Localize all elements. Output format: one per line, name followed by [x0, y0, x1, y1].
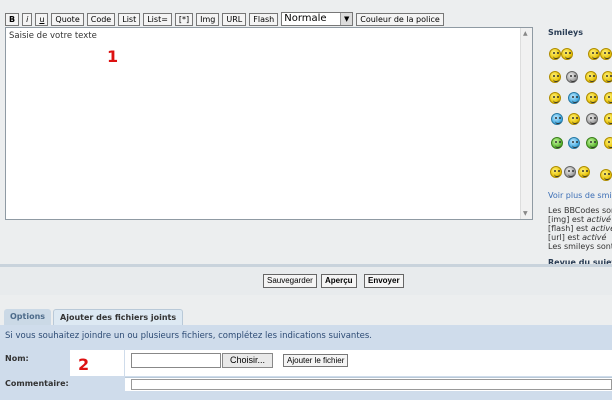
smiley-icon[interactable] — [604, 92, 612, 104]
font-size-select[interactable]: Normale ▼ — [281, 12, 354, 26]
marker-2: 2 — [78, 355, 90, 374]
smileys-grid — [548, 39, 612, 187]
smiley-icon[interactable] — [602, 71, 612, 83]
list-item-button[interactable]: [*] — [174, 12, 194, 26]
comment-input[interactable] — [131, 379, 612, 390]
preview-button[interactable]: Aperçu — [321, 274, 357, 288]
scroll-down-icon[interactable]: ▼ — [523, 210, 528, 217]
attachments-description: Si vous souhaitez joindre un ou plusieur… — [5, 331, 373, 341]
underline-button[interactable]: u — [35, 12, 49, 26]
file-path-input[interactable] — [131, 353, 221, 368]
comment-label: Commentaire: — [5, 379, 69, 388]
smileys-sidebar: Smileys Voir plus de smileys Les BBCodes… — [548, 28, 612, 267]
smiley-icon[interactable] — [549, 71, 561, 83]
add-file-button[interactable]: Ajouter le fichier — [283, 354, 349, 367]
smiley-icon[interactable] — [549, 92, 561, 104]
choose-file-button[interactable]: Choisir... — [222, 353, 274, 368]
bbcode-status: Les BBCodes sont [img] est activé [flash… — [548, 206, 612, 251]
img-line: [img] est activé — [548, 215, 611, 224]
smiley-icon[interactable] — [568, 92, 580, 104]
smiley-icon[interactable] — [550, 166, 562, 178]
smiley-icon[interactable] — [549, 48, 561, 60]
attachments-panel: Si vous souhaitez joindre un ou plusieur… — [0, 325, 612, 400]
marker-1: 1 — [107, 47, 119, 66]
smiley-icon[interactable] — [600, 48, 612, 60]
message-placeholder: Saisie de votre texte — [9, 31, 97, 41]
smiley-icon[interactable] — [566, 71, 578, 83]
quote-button[interactable]: Quote — [51, 12, 84, 26]
smileys-status-line: Les smileys sont — [548, 242, 612, 251]
smiley-icon[interactable] — [561, 48, 573, 60]
bold-button[interactable]: B — [5, 12, 20, 26]
name-label: Nom: — [5, 354, 29, 363]
code-button[interactable]: Code — [86, 12, 116, 26]
flash-line: [flash] est activé — [548, 224, 612, 233]
bbcode-toolbar: B i u Quote Code List List= [*] Img URL … — [5, 12, 444, 26]
smiley-icon[interactable] — [568, 113, 580, 125]
smiley-icon[interactable] — [578, 166, 590, 178]
ordered-list-button[interactable]: List= — [143, 12, 172, 26]
more-smileys-link[interactable]: Voir plus de smileys — [548, 191, 612, 200]
smiley-icon[interactable] — [568, 137, 580, 149]
smiley-icon[interactable] — [564, 166, 576, 178]
scroll-up-icon[interactable]: ▲ — [523, 30, 528, 37]
smiley-icon[interactable] — [586, 113, 598, 125]
save-button[interactable]: Sauvegarder — [263, 274, 317, 288]
options-tabs: Options Ajouter des fichiers joints — [4, 309, 184, 325]
url-button[interactable]: URL — [222, 12, 247, 26]
font-size-value: Normale — [284, 13, 327, 24]
img-button[interactable]: Img — [196, 12, 220, 26]
font-color-button[interactable]: Couleur de la police — [356, 12, 444, 26]
bbcode-line: Les BBCodes sont — [548, 206, 612, 215]
smiley-icon[interactable] — [585, 71, 597, 83]
smileys-title: Smileys — [548, 28, 583, 37]
tab-options[interactable]: Options — [4, 309, 52, 325]
message-textarea[interactable]: Saisie de votre texte ▲ ▼ — [5, 27, 533, 220]
smiley-icon[interactable] — [604, 137, 612, 149]
tab-attachments[interactable]: Ajouter des fichiers joints — [53, 309, 184, 325]
smiley-icon[interactable] — [588, 48, 600, 60]
chevron-down-icon: ▼ — [340, 13, 353, 25]
smiley-icon[interactable] — [600, 169, 612, 181]
list-button[interactable]: List — [118, 12, 141, 26]
action-bar: Sauvegarder Aperçu Envoyer — [0, 267, 612, 295]
send-button[interactable]: Envoyer — [364, 274, 404, 288]
flash-button[interactable]: Flash — [249, 12, 279, 26]
url-line: [url] est activé — [548, 233, 607, 242]
editor-scrollbar[interactable]: ▲ ▼ — [520, 28, 532, 219]
smiley-icon[interactable] — [586, 137, 598, 149]
smiley-icon[interactable] — [604, 113, 612, 125]
smiley-icon[interactable] — [551, 137, 563, 149]
smiley-icon[interactable] — [586, 92, 598, 104]
italic-button[interactable]: i — [22, 12, 33, 26]
smiley-icon[interactable] — [551, 113, 563, 125]
